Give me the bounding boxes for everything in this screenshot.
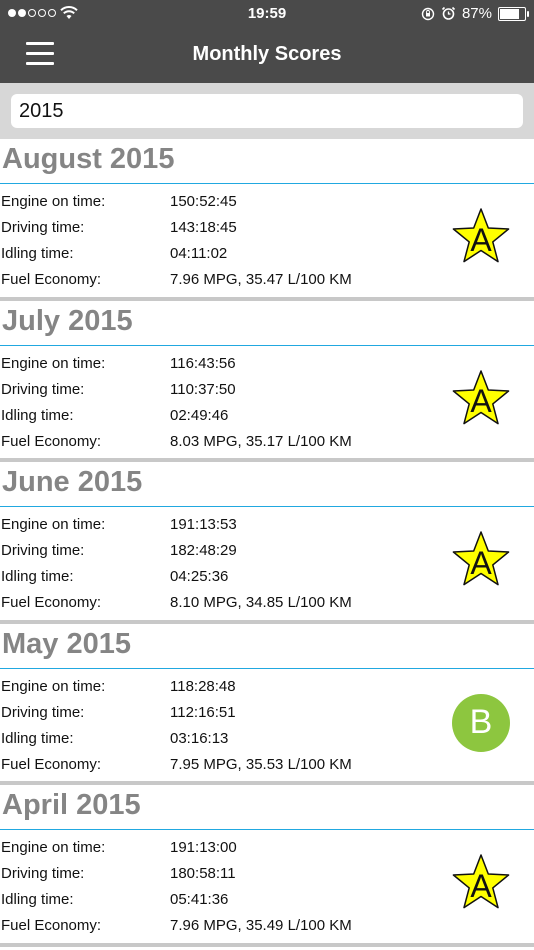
idling-time-value: 02:49:46 xyxy=(170,406,229,424)
section-divider xyxy=(0,344,534,346)
monthly-scores-list[interactable]: August 2015 Engine on time: 150:52:45 Dri… xyxy=(0,139,534,947)
fuel-economy-value: 7.96 MPG, 35.49 L/100 KM xyxy=(170,917,352,934)
engine-on-time-label: Engine on time: xyxy=(1,354,106,372)
month-card[interactable]: July 2015 Engine on time: 116:43:56 Drivi… xyxy=(0,301,534,462)
month-card[interactable]: April 2015 Engine on time: 191:13:00 Driv… xyxy=(0,785,534,947)
engine-on-time-value: 118:28:48 xyxy=(170,677,236,695)
grade-letter: A xyxy=(470,867,492,904)
driving-time-value: 110:37:50 xyxy=(170,380,236,398)
idling-time-label: Idling time: xyxy=(1,568,74,585)
status-bar: 19:59 87% xyxy=(0,0,534,28)
month-title: July 2015 xyxy=(2,304,133,337)
engine-on-time-value: 150:52:45 xyxy=(170,193,237,210)
idling-time-label: Idling time: xyxy=(1,729,74,747)
idling-time-value: 05:41:36 xyxy=(170,891,229,908)
month-title: August 2015 xyxy=(2,143,175,175)
grade-star-badge: A xyxy=(450,530,512,592)
fuel-economy-label: Fuel Economy: xyxy=(1,432,102,450)
fuel-economy-value: 8.03 MPG, 35.17 L/100 KM xyxy=(170,432,352,450)
fuel-economy-label: Fuel Economy: xyxy=(1,271,102,288)
driving-time-value: 112:16:51 xyxy=(170,703,236,721)
driving-time-label: Driving time: xyxy=(1,703,85,721)
section-divider xyxy=(0,183,534,184)
section-divider xyxy=(0,506,534,507)
idling-time-value: 04:11:02 xyxy=(170,245,228,262)
grade-letter: A xyxy=(470,383,492,419)
driving-time-label: Driving time: xyxy=(1,219,85,236)
battery-icon xyxy=(498,6,529,21)
fuel-economy-label: Fuel Economy: xyxy=(1,917,102,934)
navigation-bar: Monthly Scores xyxy=(0,28,534,83)
fuel-economy-value: 7.95 MPG, 35.53 L/100 KM xyxy=(170,755,352,773)
grade-star-badge: A xyxy=(450,207,512,269)
grade-letter: B xyxy=(469,703,493,741)
engine-on-time-value: 191:13:00 xyxy=(170,839,237,856)
driving-time-value: 182:48:29 xyxy=(170,542,237,559)
orientation-lock-icon xyxy=(421,7,435,20)
grade-circle-badge: B xyxy=(450,692,512,754)
fuel-economy-label: Fuel Economy: xyxy=(1,755,102,773)
idling-time-label: Idling time: xyxy=(1,891,74,908)
idling-time-label: Idling time: xyxy=(1,406,74,424)
engine-on-time-label: Engine on time: xyxy=(1,193,106,210)
alarm-clock-icon xyxy=(441,6,456,20)
grade-star-badge: A xyxy=(450,369,512,431)
month-title: May 2015 xyxy=(2,627,131,660)
driving-time-label: Driving time: xyxy=(1,865,85,882)
engine-on-time-label: Engine on time: xyxy=(1,677,106,695)
month-title: June 2015 xyxy=(2,466,143,498)
idling-time-value: 03:16:13 xyxy=(170,729,229,747)
year-search-input[interactable] xyxy=(11,94,523,128)
month-card[interactable]: May 2015 Engine on time: 118:28:48 Drivin… xyxy=(0,624,534,785)
idling-time-value: 04:25:36 xyxy=(170,568,229,585)
grade-letter: A xyxy=(470,221,492,258)
idling-time-label: Idling time: xyxy=(1,245,74,262)
month-title: April 2015 xyxy=(2,789,141,821)
grade-letter: A xyxy=(470,544,492,581)
battery-percent: 87% xyxy=(461,5,492,22)
fuel-economy-label: Fuel Economy: xyxy=(1,594,102,611)
section-divider xyxy=(0,829,534,830)
month-card[interactable]: June 2015 Engine on time: 191:13:53 Drivi… xyxy=(0,462,534,624)
engine-on-time-value: 191:13:53 xyxy=(170,516,237,533)
fuel-economy-value: 8.10 MPG, 34.85 L/100 KM xyxy=(170,594,352,611)
driving-time-value: 180:58:11 xyxy=(170,865,236,882)
driving-time-value: 143:18:45 xyxy=(170,219,237,236)
grade-star-badge: A xyxy=(450,853,512,915)
section-divider xyxy=(0,667,534,669)
engine-on-time-value: 116:43:56 xyxy=(170,354,236,372)
fuel-economy-value: 7.96 MPG, 35.47 L/100 KM xyxy=(170,271,352,288)
driving-time-label: Driving time: xyxy=(1,542,85,559)
year-filter-bar xyxy=(0,83,534,139)
driving-time-label: Driving time: xyxy=(1,380,85,398)
month-card[interactable]: August 2015 Engine on time: 150:52:45 Dri… xyxy=(0,139,534,301)
engine-on-time-label: Engine on time: xyxy=(1,516,106,533)
engine-on-time-label: Engine on time: xyxy=(1,839,106,856)
page-title: Monthly Scores xyxy=(192,43,342,65)
